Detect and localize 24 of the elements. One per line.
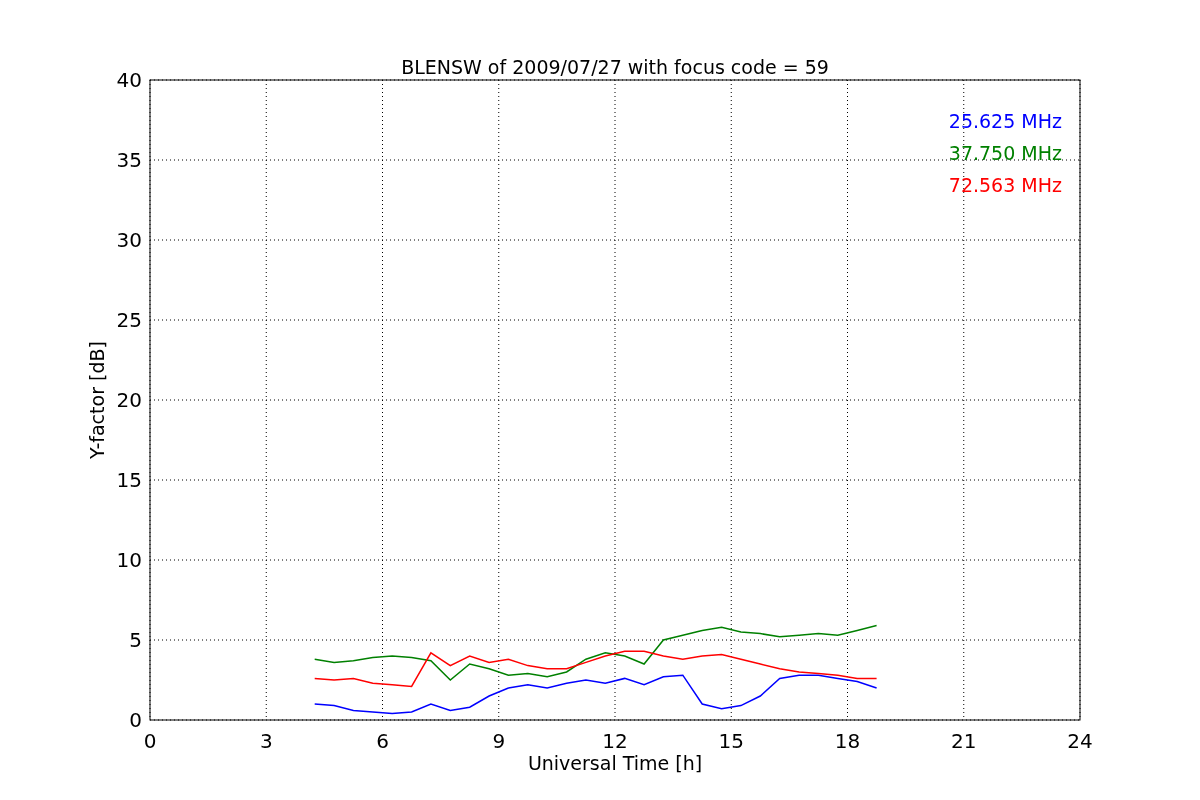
y-tick-label: 40 (116, 68, 142, 92)
x-tick-label: 9 (492, 729, 506, 753)
legend-label: 37.750 MHz (948, 142, 1062, 164)
y-tick-label: 10 (116, 548, 142, 572)
y-tick-label: 30 (116, 228, 142, 252)
x-tick-label: 21 (951, 729, 977, 753)
legend-label: 72.563 MHz (948, 174, 1062, 196)
y-tick-label: 20 (116, 388, 142, 412)
x-tick-label: 24 (1067, 729, 1093, 753)
x-tick-label: 6 (376, 729, 389, 753)
y-tick-label: 25 (116, 308, 142, 332)
y-tick-label: 35 (116, 148, 142, 172)
y-tick-label: 15 (116, 468, 142, 492)
x-axis-label: Universal Time [h] (527, 752, 703, 774)
y-tick-label: 5 (129, 628, 142, 652)
chart-title: BLENSW of 2009/07/27 with focus code = 59 (401, 56, 829, 78)
y-axis-label: Y-factor [dB] (86, 341, 108, 459)
x-tick-label: 0 (143, 729, 157, 753)
x-tick-label: 15 (718, 729, 744, 753)
legend-label: 25.625 MHz (948, 110, 1062, 132)
y-tick-label: 0 (129, 708, 142, 732)
x-tick-label: 3 (259, 729, 273, 753)
x-tick-label: 12 (602, 729, 628, 753)
x-tick-label: 18 (834, 729, 861, 753)
